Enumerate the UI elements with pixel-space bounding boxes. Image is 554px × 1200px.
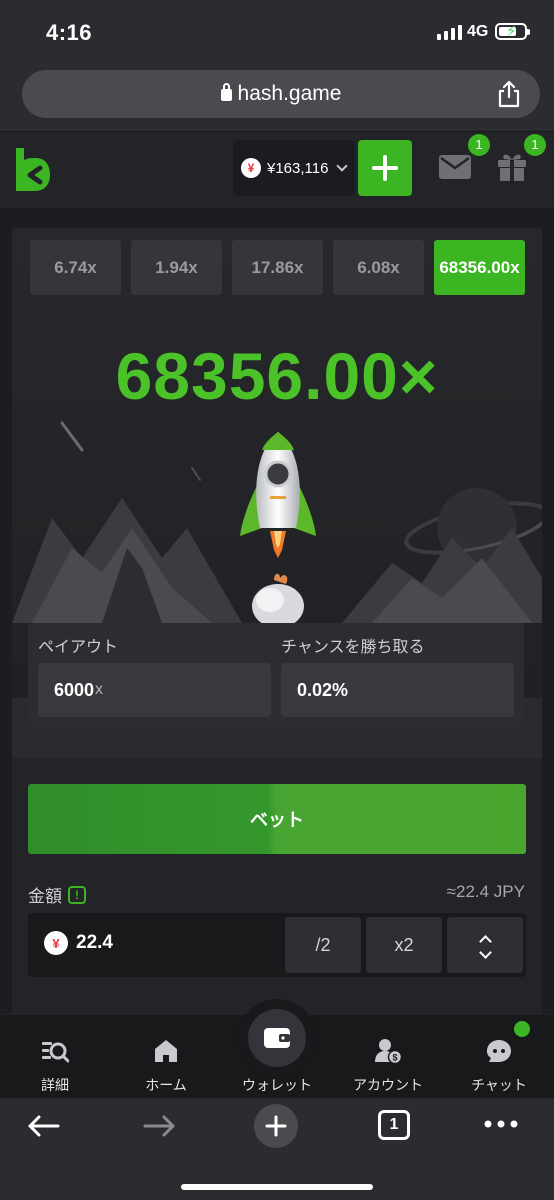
payout-label: ペイアウト [38,639,119,656]
share-icon[interactable] [496,80,522,108]
nav-label: ウォレット [242,1077,312,1093]
bottom-nav: 詳細 ホーム ウォレット $ アカウント チャット [0,999,554,1098]
nav-label: 詳細 [41,1077,69,1093]
signal-icon [437,25,462,40]
home-icon [155,1040,177,1062]
plus-icon [265,1115,287,1137]
history-item[interactable]: 17.86x [232,240,323,295]
back-arrow-icon[interactable] [26,1114,60,1138]
bet-section: ベット 金額 ! ≈22.4 JPY ¥ 22.4 /2 x2 [12,758,542,1018]
browser-address-area: hash.game [0,62,554,132]
battery-icon: ⚡ [495,23,530,40]
balance-selector[interactable]: ¥ ¥163,116 [233,140,355,196]
bet-button[interactable]: ベット [28,784,526,854]
tabs-button[interactable]: 1 [378,1110,410,1140]
new-tab-button[interactable] [254,1104,298,1148]
network-type: 4G [467,23,489,40]
history-item[interactable]: 6.74x [30,240,121,295]
lock-icon [220,83,232,101]
address-bar[interactable]: hash.game [22,70,540,118]
bc-logo-icon[interactable] [14,146,52,192]
amount-approx: ≈22.4 JPY [446,882,525,901]
chevron-down-icon [336,160,349,172]
search-list-icon [42,1042,69,1063]
chevron-down-icon [478,946,492,959]
amount-input-row: ¥ 22.4 /2 x2 [28,913,526,977]
nav-label: チャット [471,1077,527,1093]
home-indicator [181,1184,373,1190]
nav-label: アカウント [353,1077,423,1093]
amount-value: 22.4 [76,932,113,953]
url-text: hash.game [237,82,342,105]
wallet-circle [238,999,316,1077]
payout-panel: ペイアウト チャンスを勝ち取る 6000 x 0.02% [28,623,524,726]
history-item[interactable]: 6.08x [333,240,424,295]
yen-currency-icon: ¥ [241,158,261,178]
multiplier-history: 6.74x 1.94x 17.86x 6.08x 68356.00x [30,240,525,295]
min-max-toggle[interactable] [447,917,523,973]
payout-input[interactable]: 6000 x [38,663,271,717]
chat-online-dot [514,1021,530,1037]
chance-label: チャンスを勝ち取る [281,639,425,656]
chance-input[interactable]: 0.02% [281,663,514,717]
mail-icon[interactable] [438,154,472,180]
status-bar: 4:16 4G ⚡ [0,0,554,62]
crash-game-panel: 6.74x 1.94x 17.86x 6.08x 68356.00x 68356… [12,228,542,758]
gift-badge: 1 [524,134,546,156]
chance-value: 0.02% [297,679,349,700]
clock: 4:16 [46,20,93,45]
payout-value: 6000 [54,679,95,700]
amount-input[interactable]: ¥ 22.4 [44,931,113,955]
balance-amount: ¥163,116 [267,159,329,177]
mail-badge: 1 [468,134,490,156]
forward-arrow-icon[interactable] [143,1114,177,1138]
browser-toolbar: 1 [0,1098,554,1200]
account-icon: $ [375,1039,402,1065]
double-button[interactable]: x2 [366,917,442,973]
current-multiplier: 68356.00× [115,339,439,413]
more-icon[interactable] [484,1120,518,1128]
deposit-button[interactable] [358,140,412,196]
nav-label: ホーム [145,1077,187,1093]
gift-icon[interactable] [496,150,528,182]
half-button[interactable]: /2 [285,917,361,973]
amount-label-row: 金額 ! [28,882,86,907]
chat-icon [487,1040,511,1062]
svg-text:$: $ [392,1053,397,1063]
yen-currency-icon: ¥ [44,931,68,955]
payout-suffix: x [95,681,104,698]
history-item[interactable]: 1.94x [131,240,222,295]
amount-label: 金額 [28,887,62,906]
info-icon[interactable]: ! [68,885,86,904]
history-item-latest[interactable]: 68356.00x [434,240,525,295]
wallet-icon [264,1028,290,1048]
site-header: ¥ ¥163,116 1 1 [0,132,554,208]
